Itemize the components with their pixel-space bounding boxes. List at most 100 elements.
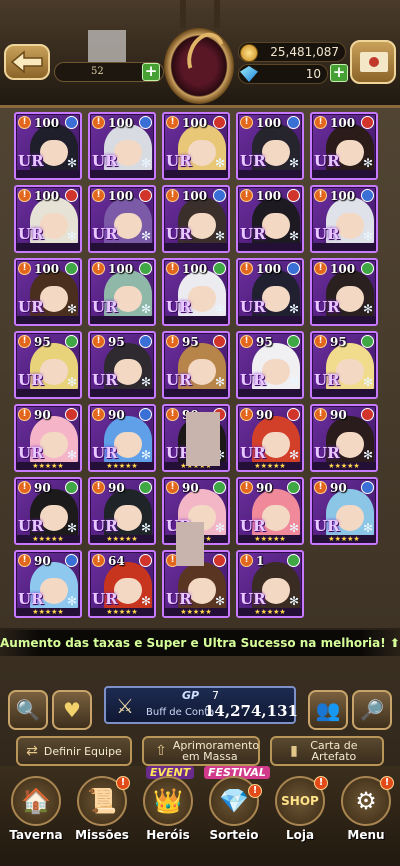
back-button[interactable] xyxy=(4,44,50,80)
attribute-icon xyxy=(361,262,374,275)
star-rating: ★★★★★ xyxy=(16,608,80,616)
hero-card[interactable]: ! 100 UR ✻ xyxy=(14,112,82,180)
guild-emblem[interactable] xyxy=(164,28,234,104)
blurred-region xyxy=(186,412,220,466)
hero-level: 100 xyxy=(108,189,134,203)
hero-card[interactable]: ! 1 UR ✻ ★★★★★ xyxy=(236,550,304,618)
upgrade-alert-icon: ! xyxy=(18,189,31,202)
ur-rarity-icon: UR xyxy=(314,444,340,462)
add-level-button[interactable]: + xyxy=(142,63,160,81)
nav-menu[interactable]: ⚙ ! Menu xyxy=(334,766,398,866)
hero-card[interactable]: ! 100 UR ✻ xyxy=(14,258,82,326)
hero-card[interactable]: ! 100 UR ✻ xyxy=(162,258,230,326)
attribute-icon xyxy=(139,481,152,494)
hero-card[interactable]: !90 UR ✻★★★★★ xyxy=(236,477,304,545)
star-rating: ★★★★★ xyxy=(312,535,376,543)
star-rating xyxy=(164,243,228,251)
hero-card[interactable]: !90 UR ✻★★★★★ xyxy=(88,477,156,545)
hero-level: 100 xyxy=(256,262,282,276)
attribute-icon xyxy=(65,335,78,348)
upgrade-alert-icon: ! xyxy=(166,116,179,129)
hero-level: 95 xyxy=(108,335,125,349)
upgrade-alert-icon: ! xyxy=(240,481,253,494)
awakening-flower-icon: ✻ xyxy=(362,448,373,462)
star-rating: ★★★★★ xyxy=(90,535,154,543)
star-rating xyxy=(16,170,80,178)
hero-card[interactable]: !90 UR ✻★★★★★ xyxy=(14,550,82,618)
nav-tavern[interactable]: 🏠 Taverna xyxy=(4,766,68,866)
star-rating: ★★★★★ xyxy=(164,608,228,616)
chain-ornament xyxy=(180,0,186,28)
buff-value: 14,274,131 xyxy=(204,702,298,720)
chain-ornament xyxy=(214,0,220,28)
attribute-icon xyxy=(213,335,226,348)
upgrade-alert-icon: ! xyxy=(166,262,179,275)
upgrade-alert-icon: ! xyxy=(92,408,105,421)
star-rating: ★★★★★ xyxy=(238,462,302,470)
hero-card[interactable]: ! 100 UR ✻ xyxy=(88,258,156,326)
ur-rarity-icon: UR xyxy=(92,371,118,389)
artifact-card-label: Carta de Artefato xyxy=(310,739,358,763)
hero-card[interactable]: ! 100 UR ✻ xyxy=(236,185,304,253)
mailbox-button[interactable] xyxy=(350,40,396,84)
upgrade-alert-icon: ! xyxy=(18,481,31,494)
hero-card[interactable]: ! 95 UR ✻ xyxy=(14,331,82,399)
alert-badge: ! xyxy=(116,776,130,790)
upgrade-alert-icon: ! xyxy=(18,408,31,421)
hero-card[interactable]: ! 95 UR ✻ xyxy=(236,331,304,399)
add-gems-button[interactable]: + xyxy=(330,64,348,82)
account-buff-panel[interactable]: ⚔ GP 7 Buff de Conta 14,274,131 xyxy=(104,686,298,724)
hero-card[interactable]: ! 64 UR ✻ ★★★★★ xyxy=(88,550,156,618)
hero-card[interactable]: ! 100 UR ✻ xyxy=(88,185,156,253)
hero-card[interactable]: ! 100 UR ✻ xyxy=(162,185,230,253)
hero-card[interactable]: !90 UR ✻★★★★★ xyxy=(14,404,82,472)
hero-level: 90 xyxy=(182,481,199,495)
hero-card[interactable]: ! 100 UR ✻ xyxy=(310,185,378,253)
team-button[interactable]: 👥 xyxy=(308,690,348,730)
hero-card[interactable]: !90 UR ✻★★★★★ xyxy=(88,404,156,472)
define-team-button[interactable]: ⇄ Definir Equipe xyxy=(16,736,132,766)
upgrade-alert-icon: ! xyxy=(240,262,253,275)
hero-card[interactable]: !90 UR ✻★★★★★ xyxy=(236,404,304,472)
ur-rarity-icon: UR xyxy=(314,517,340,535)
hero-card[interactable]: ! 100 UR ✻ xyxy=(310,258,378,326)
hero-card[interactable]: ! 95 UR ✻ xyxy=(162,331,230,399)
gp-value: 7 xyxy=(212,689,219,702)
hero-card[interactable]: !90 UR ✻★★★★★ xyxy=(14,477,82,545)
ur-rarity-icon: UR xyxy=(314,298,340,316)
hero-card[interactable]: ! 95 UR ✻ xyxy=(88,331,156,399)
awakening-flower-icon: ✻ xyxy=(140,521,151,535)
hero-level: 90 xyxy=(108,408,125,422)
hero-card[interactable]: ! 95 UR ✻ xyxy=(310,331,378,399)
ur-rarity-icon: UR xyxy=(240,225,266,243)
star-rating xyxy=(90,389,154,397)
hero-card[interactable]: ! 100 UR ✻ xyxy=(162,112,230,180)
alert-badge: ! xyxy=(380,776,394,790)
nav-gacha[interactable]: FESTIVAL 💎 ! Sorteio xyxy=(202,766,270,866)
ur-rarity-icon: UR xyxy=(240,517,266,535)
mass-upgrade-button[interactable]: ⇧ Aprimoramento em Massa xyxy=(142,736,260,766)
hero-card[interactable]: ! 100 UR ✻ xyxy=(236,258,304,326)
awakening-flower-icon: ✻ xyxy=(288,156,299,170)
hero-card[interactable]: !90 UR ✻★★★★★ xyxy=(310,477,378,545)
hero-card[interactable]: !90 UR ✻★★★★★ xyxy=(310,404,378,472)
hero-card[interactable]: ! 100 UR ✻ xyxy=(236,112,304,180)
hero-level: 100 xyxy=(182,189,208,203)
awakening-flower-icon: ✻ xyxy=(288,302,299,316)
attribute-icon xyxy=(213,262,226,275)
hero-card[interactable]: ! 100 UR ✻ xyxy=(310,112,378,180)
nav-missions[interactable]: 📜 ! Missões xyxy=(70,766,134,866)
awakening-flower-icon: ✻ xyxy=(214,156,225,170)
hero-card[interactable]: ! 100 UR ✻ xyxy=(88,112,156,180)
nav-shop[interactable]: SHOP ! Loja xyxy=(268,766,332,866)
nav-label: Loja xyxy=(285,828,315,842)
sort-button[interactable]: 🔍 xyxy=(8,690,48,730)
nav-heroes[interactable]: EVENT 👑 Heróis xyxy=(136,766,200,866)
star-rating xyxy=(164,316,228,324)
hero-card[interactable]: ! 100 UR ✻ xyxy=(14,185,82,253)
awakening-flower-icon: ✻ xyxy=(288,594,299,608)
favorite-button[interactable]: ♥ xyxy=(52,690,92,730)
artifact-card-button[interactable]: ▮ Carta de Artefato xyxy=(270,736,384,766)
star-rating xyxy=(16,316,80,324)
hero-search-button[interactable]: 🔎 xyxy=(352,690,392,730)
